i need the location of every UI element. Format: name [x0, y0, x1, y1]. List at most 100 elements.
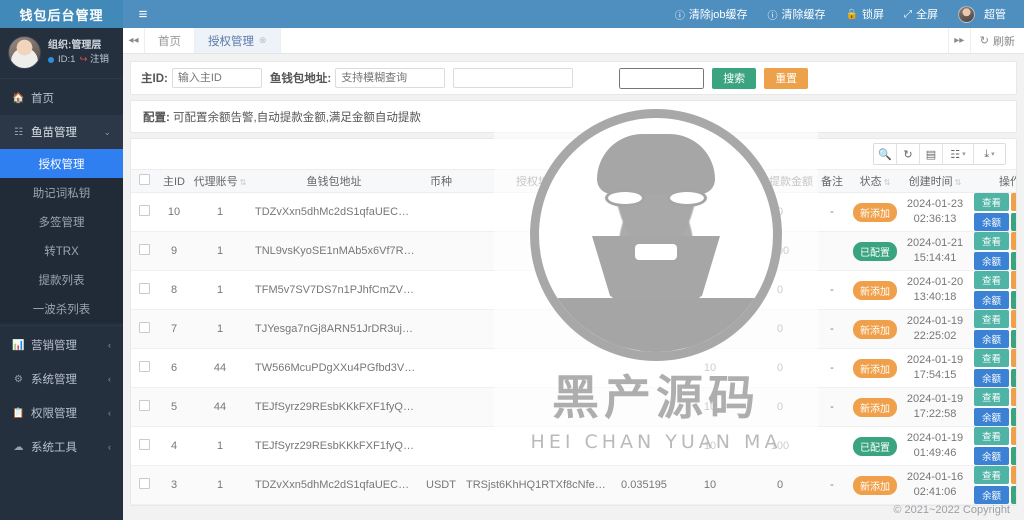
- refresh-tab-button[interactable]: ↻ 刷新: [969, 28, 1024, 53]
- tab-auth-management[interactable]: 授权管理 ⊗: [195, 28, 281, 53]
- op-cfg-button[interactable]: ✎配置: [1011, 408, 1016, 426]
- checkbox-icon[interactable]: [138, 322, 150, 333]
- sidebar-item-mnemonic-key[interactable]: 助记词私钥: [0, 178, 123, 207]
- op-draw-button[interactable]: 提款: [1011, 232, 1016, 250]
- close-icon[interactable]: ⊗: [259, 35, 267, 46]
- table-refresh-icon[interactable]: ↻: [897, 144, 920, 164]
- table-search-icon[interactable]: 🔍: [874, 144, 897, 164]
- op-bal-button[interactable]: 余额: [974, 252, 1009, 270]
- clear-job-cache-button[interactable]: ⓘ 清除job缓存: [665, 0, 758, 28]
- cell-checkbox[interactable]: [131, 465, 157, 505]
- op-view-button[interactable]: 查看: [974, 466, 1009, 484]
- op-cfg-button[interactable]: ✎配置: [1011, 291, 1016, 309]
- cell-checkbox[interactable]: [131, 192, 157, 232]
- tab-home[interactable]: 首页: [145, 28, 195, 53]
- op-bal-button[interactable]: 余额: [974, 486, 1009, 504]
- header-status[interactable]: 状态 ⇅: [849, 169, 901, 193]
- op-draw-button[interactable]: 提款: [1011, 193, 1016, 211]
- tabs-scroll-left-icon[interactable]: ◂◂: [123, 28, 145, 53]
- table-export-button[interactable]: ⤓ ▾: [974, 144, 1005, 164]
- op-draw-button[interactable]: 提款: [1011, 310, 1016, 328]
- op-view-button[interactable]: 查看: [974, 349, 1009, 367]
- header-select-all[interactable]: [131, 169, 157, 193]
- cell-checkbox[interactable]: [131, 231, 157, 271]
- search-input-wallet-address[interactable]: [335, 68, 446, 88]
- table-row[interactable]: 7 1 TJYesga7nGj8ARN51JrDR3ujb2G... 10 0- 新添加 2…: [131, 309, 1016, 349]
- op-view-button[interactable]: 查看: [974, 388, 1009, 406]
- clear-cache-button[interactable]: ⓘ 清除缓存: [758, 0, 836, 28]
- table-row[interactable]: 10 1 TDZvXxn5dhMc2dS1qfaUECWzh... 10 0- 新添加 20…: [131, 192, 1016, 232]
- header-balance[interactable]: 余额 ⇅: [613, 169, 675, 193]
- reset-button[interactable]: 重置: [764, 67, 809, 89]
- op-cfg-button[interactable]: ✎配置: [1011, 213, 1016, 231]
- menu-toggle-icon[interactable]: ≡: [123, 0, 163, 28]
- sidebar-item-kill-list[interactable]: 一波杀列表: [0, 294, 123, 323]
- op-cfg-button[interactable]: ✎配置: [1011, 369, 1016, 387]
- search-input-extra-2[interactable]: [619, 67, 705, 89]
- sidebar-item-transfer-trx[interactable]: 转TRX: [0, 236, 123, 265]
- op-draw-button[interactable]: 提款: [1011, 505, 1017, 506]
- cell-checkbox[interactable]: [131, 426, 157, 466]
- table-row[interactable]: 4 1 TEJfSyrz29REsbKKkFXF1fyQmDL... 10 100 已配置…: [131, 426, 1016, 466]
- checkbox-icon[interactable]: [138, 174, 150, 185]
- search-input-main-id[interactable]: [171, 68, 262, 88]
- sidebar-item-auth-management[interactable]: 授权管理: [0, 149, 123, 178]
- sidebar-item-withdraw-list[interactable]: 提款列表: [0, 265, 123, 294]
- op-view-button[interactable]: 查看: [974, 427, 1009, 445]
- cell-checkbox[interactable]: [131, 504, 157, 505]
- sidebar-item-permission-management[interactable]: 📋 权限管理 ‹: [0, 396, 123, 430]
- table-columns-button[interactable]: ☷ ▾: [943, 144, 974, 164]
- op-view-button[interactable]: 查看: [974, 271, 1009, 289]
- lock-screen-button[interactable]: 🔒 锁屏: [836, 0, 894, 28]
- op-bal-button[interactable]: 余额: [974, 330, 1009, 348]
- table-print-icon[interactable]: ▤: [920, 144, 943, 164]
- sidebar-item-multisig[interactable]: 多签管理: [0, 207, 123, 236]
- table-row[interactable]: 5 44 TEJfSyrz29REsbKKkFXF1fyQmDL... 10 0- 新添加…: [131, 387, 1016, 427]
- header-agent[interactable]: 代理账号 ⇅: [191, 169, 249, 193]
- op-bal-button[interactable]: 余额: [974, 447, 1009, 465]
- logout-button[interactable]: ↪ 注销: [79, 53, 109, 67]
- checkbox-icon[interactable]: [138, 244, 150, 255]
- checkbox-icon[interactable]: [138, 283, 150, 294]
- table-row[interactable]: 9 1 TNL9vsKyoSE1nMAb5x6Vf7RikS3... 10 100 已配置…: [131, 231, 1016, 271]
- checkbox-icon[interactable]: [138, 439, 150, 450]
- sidebar-item-system-tools[interactable]: ☁ 系统工具 ‹: [0, 430, 123, 464]
- op-cfg-button[interactable]: ✎配置: [1011, 252, 1016, 270]
- sidebar-item-fish-management[interactable]: ☷ 鱼苗管理 ⌄: [0, 115, 123, 149]
- table-row[interactable]: 6 44 TW566McuPDgXXu4PGfbd3V3bf0... 10 0- 新添加 2…: [131, 348, 1016, 388]
- op-bal-button[interactable]: 余额: [974, 369, 1009, 387]
- op-draw-button[interactable]: 提款: [1011, 427, 1016, 445]
- sidebar-item-system-management[interactable]: ⚙ 系统管理 ‹: [0, 362, 123, 396]
- op-cfg-button[interactable]: ✎配置: [1011, 447, 1016, 465]
- op-view-button[interactable]: 查看: [974, 193, 1009, 211]
- table-row[interactable]: 8 1 TFM5v7SV7DS7n1PJhfCmZVTKw... 10 0- 新添加 202…: [131, 270, 1016, 310]
- cell-checkbox[interactable]: [131, 270, 157, 310]
- op-draw-button[interactable]: 提款: [1011, 271, 1016, 289]
- search-button[interactable]: 搜索: [712, 67, 757, 89]
- op-cfg-button[interactable]: ✎配置: [1011, 486, 1016, 504]
- cell-checkbox[interactable]: [131, 348, 157, 388]
- op-view-button[interactable]: 查看: [974, 232, 1009, 250]
- sidebar-item-home[interactable]: 🏠 首页: [0, 81, 123, 115]
- checkbox-icon[interactable]: [138, 361, 150, 372]
- search-input-extra[interactable]: [453, 68, 574, 88]
- op-cfg-button[interactable]: ✎配置: [1011, 330, 1016, 348]
- op-bal-button[interactable]: 余额: [974, 408, 1009, 426]
- fullscreen-button[interactable]: ⤢ 全屏: [894, 0, 948, 28]
- op-view-button[interactable]: 查看: [974, 310, 1009, 328]
- sidebar-item-marketing[interactable]: 📊 营销管理 ‹: [0, 328, 123, 362]
- table-row[interactable]: 31TDZvXxn5dhMc2dS1qfaUECWzhuoooooooooUSD…: [131, 465, 1016, 505]
- checkbox-icon[interactable]: [138, 205, 150, 216]
- header-created[interactable]: 创建时间 ⇅: [901, 169, 969, 193]
- cell-checkbox[interactable]: [131, 387, 157, 427]
- checkbox-icon[interactable]: [138, 478, 150, 489]
- tabs-scroll-right-icon[interactable]: ▸▸: [947, 28, 970, 53]
- op-draw-button[interactable]: 提款: [1011, 466, 1016, 484]
- table-row[interactable]: 21TLJ9ogmie7n2erv8A6ny9bVENVn1UVXPKYUSDT…: [131, 504, 1017, 506]
- op-draw-button[interactable]: 提款: [1011, 349, 1016, 367]
- user-menu[interactable]: 超管: [948, 0, 1016, 28]
- op-bal-button[interactable]: 余额: [974, 291, 1009, 309]
- cell-checkbox[interactable]: [131, 309, 157, 349]
- op-draw-button[interactable]: 提款: [1011, 388, 1016, 406]
- checkbox-icon[interactable]: [138, 400, 150, 411]
